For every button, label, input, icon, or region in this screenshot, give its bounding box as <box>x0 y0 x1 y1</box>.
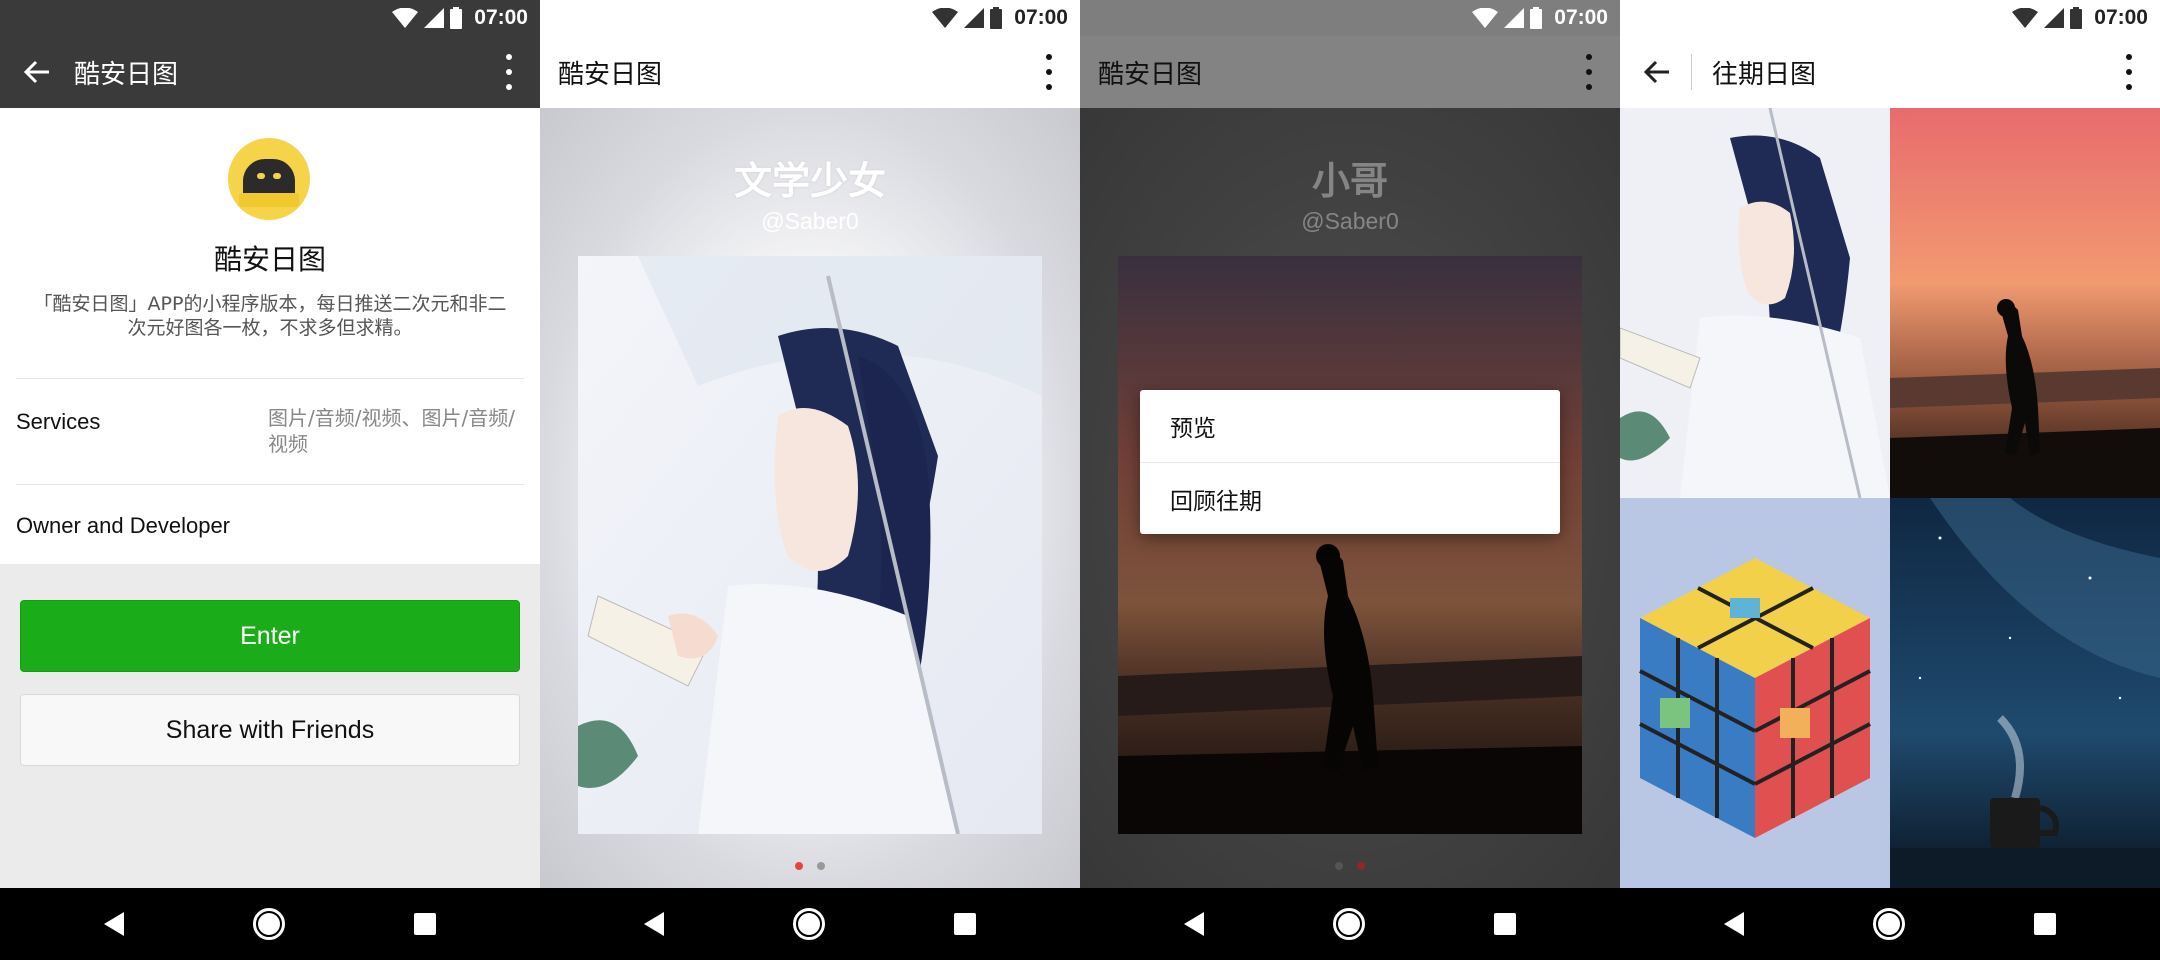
app-bar-title: 往期日图 <box>1712 59 1817 90</box>
nav-home-icon[interactable] <box>792 908 825 940</box>
battery-icon <box>1530 7 1543 29</box>
nav-home-icon[interactable] <box>1872 908 1905 940</box>
owner-label: Owner and Developer <box>16 513 231 538</box>
daily-image-screen: 07:00 酷安日图 文学少女 @Saber0 <box>540 0 1080 960</box>
status-time: 07:00 <box>1014 6 1068 29</box>
info-list: Services 图片/音频/视频、图片/音频/视频 Owner and Dev… <box>0 378 540 564</box>
nav-bar <box>1080 888 1620 960</box>
carousel-dot-active[interactable] <box>1357 862 1365 870</box>
more-vert-icon <box>1046 54 1052 60</box>
carousel-dots <box>1080 862 1620 870</box>
battery-icon <box>2070 7 2083 29</box>
share-button[interactable]: Share with Friends <box>20 694 520 766</box>
anime-girl-reading-image[interactable] <box>578 256 1042 834</box>
nav-bar <box>1620 888 2160 960</box>
arrow-back-icon <box>1644 60 1669 84</box>
battery-icon <box>990 7 1003 29</box>
nav-home-icon[interactable] <box>252 908 285 940</box>
app-bar-divider <box>1691 54 1692 90</box>
profile-section: 酷安日图 「酷安日图」APP的小程序版本，每日推送二次元和非二次元好图各一枚，不… <box>0 108 540 378</box>
card-author: @Saber0 <box>761 208 859 234</box>
card-title: 文学少女 <box>733 159 886 203</box>
status-time: 07:00 <box>2094 6 2148 29</box>
status-bar: 07:00 <box>540 0 1080 36</box>
nav-recents-icon[interactable] <box>413 913 436 935</box>
services-label: Services <box>16 409 101 434</box>
cellular-icon <box>424 8 445 28</box>
rubiks-cube-illustration-image[interactable] <box>1620 498 1890 888</box>
battery-icon <box>450 7 463 29</box>
services-row: Services 图片/音频/视频、图片/音频/视频 <box>16 378 524 484</box>
nav-bar <box>540 888 1080 960</box>
nav-back-icon[interactable] <box>1724 912 1745 936</box>
nav-recents-icon[interactable] <box>1493 913 1516 935</box>
app-name: 酷安日图 <box>213 243 326 276</box>
menu-item-preview[interactable]: 预览 <box>1140 390 1560 462</box>
more-menu-button[interactable] <box>1584 54 1594 90</box>
back-button[interactable] <box>0 36 74 108</box>
status-bar: 07:00 <box>1620 0 2160 36</box>
status-bar: 07:00 <box>0 0 540 36</box>
enter-button[interactable]: Enter <box>20 600 520 672</box>
more-menu-button[interactable] <box>504 54 514 90</box>
back-button[interactable] <box>1620 36 1694 108</box>
anime-girl-reading-image[interactable] <box>1620 108 1890 498</box>
status-bar: 07:00 <box>1080 0 1620 36</box>
cellular-icon <box>1504 8 1525 28</box>
app-bar: 酷安日图 <box>0 36 540 108</box>
action-menu: 预览 回顾往期 <box>1140 390 1560 534</box>
app-bar: 酷安日图 <box>540 36 1080 108</box>
menu-item-history[interactable]: 回顾往期 <box>1140 462 1560 534</box>
avatar <box>228 138 310 220</box>
carousel-dot-active[interactable] <box>795 862 803 870</box>
services-value: 图片/音频/视频、图片/音频/视频 <box>268 406 515 456</box>
app-description: 「酷安日图」APP的小程序版本，每日推送二次元和非二次元好图各一枚，不求多但求精… <box>33 293 507 339</box>
nav-recents-icon[interactable] <box>2033 913 2056 935</box>
carousel-dots <box>540 862 1080 870</box>
nav-back-icon[interactable] <box>1184 912 1205 936</box>
coolapk-robot-icon <box>239 159 299 207</box>
sunset-silhouette-image[interactable] <box>1890 108 2160 498</box>
more-vert-icon <box>506 54 512 60</box>
nav-recents-icon[interactable] <box>953 913 976 935</box>
more-vert-icon <box>1586 54 1592 60</box>
miniprogram-profile-screen: 07:00 酷安日图 酷安日图 「酷安日图」APP的小程序版本，每日推送二次元和… <box>0 0 540 960</box>
app-bar: 往期日图 <box>1620 36 2160 108</box>
past-images-screen: 07:00 往期日图 <box>1620 0 2160 960</box>
app-bar-title: 酷安日图 <box>74 59 179 90</box>
nav-bar <box>0 888 540 960</box>
starry-night-cup-image[interactable] <box>1890 498 2160 888</box>
app-bar-title: 酷安日图 <box>1098 59 1203 90</box>
daily-image-menu-screen: 小哥 @Saber0 07:00 酷安日图 预览 回顾往期 <box>1080 0 1620 960</box>
app-bar-title: 酷安日图 <box>558 59 663 90</box>
screens-container: 07:00 酷安日图 酷安日图 「酷安日图」APP的小程序版本，每日推送二次元和… <box>0 0 2160 960</box>
wifi-icon <box>1472 8 1499 28</box>
wifi-icon <box>392 8 419 28</box>
owner-row[interactable]: Owner and Developer <box>16 484 524 564</box>
carousel-dot[interactable] <box>817 862 825 870</box>
nav-back-icon[interactable] <box>104 912 125 936</box>
cellular-icon <box>964 8 985 28</box>
status-time: 07:00 <box>474 6 528 29</box>
wifi-icon <box>932 8 959 28</box>
nav-back-icon[interactable] <box>644 912 665 936</box>
more-menu-button[interactable] <box>2124 54 2134 90</box>
image-grid <box>1620 108 2160 888</box>
more-vert-icon <box>2126 54 2132 60</box>
more-menu-button[interactable] <box>1044 54 1054 90</box>
wifi-icon <box>2012 8 2039 28</box>
nav-home-icon[interactable] <box>1332 908 1365 940</box>
arrow-back-icon <box>24 60 49 84</box>
carousel-dot[interactable] <box>1335 862 1343 870</box>
app-bar: 酷安日图 <box>1080 36 1620 108</box>
cellular-icon <box>2044 8 2065 28</box>
status-time: 07:00 <box>1554 6 1608 29</box>
